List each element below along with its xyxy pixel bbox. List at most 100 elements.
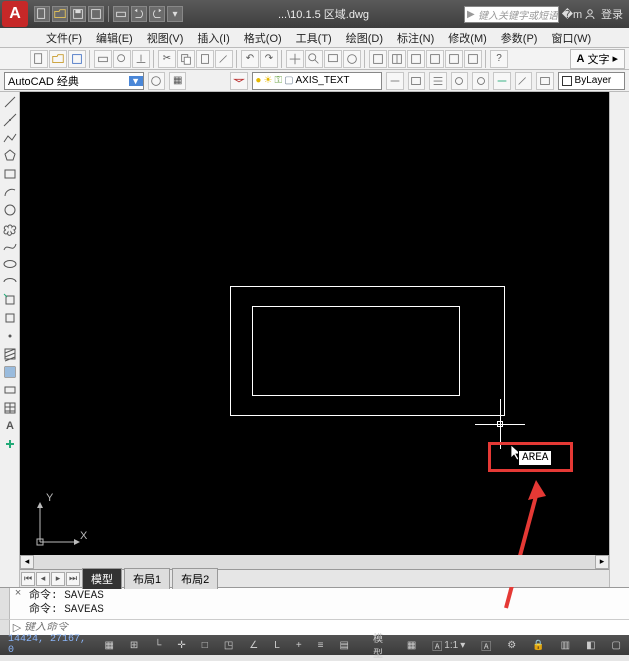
status-otrack-icon[interactable]: ∠: [245, 639, 262, 652]
scroll-left-icon[interactable]: ◂: [20, 555, 34, 569]
tb-undo-icon[interactable]: ↶: [241, 50, 259, 68]
layer-make-current-icon[interactable]: [493, 72, 510, 90]
status-ws-icon[interactable]: ⚙: [503, 639, 520, 652]
dynamic-input[interactable]: AREA: [518, 450, 552, 466]
status-ortho-icon[interactable]: └: [150, 639, 165, 652]
tb-properties-icon[interactable]: [369, 50, 387, 68]
tb-designcenter-icon[interactable]: [388, 50, 406, 68]
tb-cut-icon[interactable]: ✂: [158, 50, 176, 68]
tb-match-icon[interactable]: [215, 50, 233, 68]
tool-spline-icon[interactable]: [1, 237, 19, 255]
workspace-settings-icon[interactable]: [148, 72, 165, 90]
qat-saveas-icon[interactable]: [88, 6, 104, 22]
layer-match-icon[interactable]: [515, 72, 532, 90]
tool-table-icon[interactable]: [1, 399, 19, 417]
user-icon[interactable]: [583, 7, 597, 21]
tb-redo-icon[interactable]: ↷: [260, 50, 278, 68]
menu-edit[interactable]: 编辑(E): [90, 28, 139, 48]
tb-sheetset-icon[interactable]: [426, 50, 444, 68]
layer-properties-icon[interactable]: [230, 72, 248, 90]
menu-insert[interactable]: 插入(I): [191, 28, 235, 48]
tab-model[interactable]: 模型: [82, 568, 122, 589]
menu-format[interactable]: 格式(O): [238, 28, 288, 48]
tb-help-icon[interactable]: ?: [490, 50, 508, 68]
tab-layout2[interactable]: 布局2: [172, 568, 218, 589]
status-cleanscreen-icon[interactable]: ▢: [608, 639, 625, 652]
status-polar-icon[interactable]: ✛: [173, 639, 189, 652]
qat-new-icon[interactable]: [34, 6, 50, 22]
status-annovis-icon[interactable]: 🄰: [477, 637, 495, 654]
scroll-right-icon[interactable]: ▸: [595, 555, 609, 569]
menu-modify[interactable]: 修改(M): [442, 28, 493, 48]
color-combo[interactable]: ByLayer: [558, 72, 626, 90]
workspace-combo[interactable]: AutoCAD 经典 ▼: [4, 72, 144, 90]
tool-point-icon[interactable]: [1, 327, 19, 345]
menu-window[interactable]: 窗口(W): [545, 28, 597, 48]
tool-region-icon[interactable]: [1, 381, 19, 399]
tb-preview-icon[interactable]: [113, 50, 131, 68]
layer-freeze-icon[interactable]: [451, 72, 468, 90]
qat-plot-icon[interactable]: [113, 6, 129, 22]
qat-dropdown-icon[interactable]: ▾: [167, 6, 183, 22]
tool-revcloud-icon[interactable]: [1, 219, 19, 237]
tb-extra-icon[interactable]: ▦: [169, 72, 186, 90]
tb-zoom-prev-icon[interactable]: [343, 50, 361, 68]
tab-first-icon[interactable]: ⏮: [21, 572, 35, 586]
h-scrollbar[interactable]: ◂ ▸: [20, 555, 609, 569]
status-dyn-icon[interactable]: +: [292, 639, 306, 652]
qat-undo-icon[interactable]: [131, 6, 147, 22]
menu-view[interactable]: 视图(V): [141, 28, 190, 48]
status-ducs-icon[interactable]: L: [270, 639, 284, 652]
status-grid-icon[interactable]: ⊞: [126, 639, 142, 652]
tb-new-icon[interactable]: [30, 50, 48, 68]
tab-prev-icon[interactable]: ◂: [36, 572, 50, 586]
tool-ellipse-arc-icon[interactable]: [1, 273, 19, 291]
qat-save-icon[interactable]: [70, 6, 86, 22]
drawing-canvas[interactable]: Y X AREA ◂ ▸ ⏮ ◂ ▸ ⏭: [20, 92, 609, 587]
tab-next-icon[interactable]: ▸: [51, 572, 65, 586]
status-isolate-icon[interactable]: ◧: [582, 639, 599, 652]
tool-make-block-icon[interactable]: [1, 309, 19, 327]
tb-copy-icon[interactable]: [177, 50, 195, 68]
tb-zoom-window-icon[interactable]: [324, 50, 342, 68]
tb-zoom-icon[interactable]: [305, 50, 323, 68]
panel-tab-text[interactable]: A 文字 ▸: [570, 49, 625, 69]
tb-paste-icon[interactable]: [196, 50, 214, 68]
tool-hatch-icon[interactable]: [1, 345, 19, 363]
cmd-close-icon[interactable]: ×: [10, 588, 26, 619]
status-3dosnap-icon[interactable]: ◳: [220, 639, 237, 652]
tool-arc-icon[interactable]: [1, 183, 19, 201]
menu-tools[interactable]: 工具(T): [290, 28, 338, 48]
cmd-handle[interactable]: [0, 588, 10, 619]
tb-publish-icon[interactable]: [132, 50, 150, 68]
tool-circle-icon[interactable]: [1, 201, 19, 219]
status-tpy-icon[interactable]: ▤: [336, 639, 353, 652]
infocenter-icon[interactable]: �m: [565, 7, 579, 21]
qat-open-icon[interactable]: [52, 6, 68, 22]
tab-last-icon[interactable]: ⏭: [66, 572, 80, 586]
tool-line-icon[interactable]: [1, 93, 19, 111]
menu-parametric[interactable]: 参数(P): [495, 28, 544, 48]
tool-insert-block-icon[interactable]: [1, 291, 19, 309]
layer-walk-icon[interactable]: [536, 72, 553, 90]
status-quickview-icon[interactable]: ▦: [403, 639, 420, 652]
menu-dimension[interactable]: 标注(N): [391, 28, 440, 48]
help-search-input[interactable]: ▶ 键入关键字或短语: [464, 6, 559, 23]
layer-prev-icon[interactable]: [386, 72, 403, 90]
tb-plot-icon[interactable]: [94, 50, 112, 68]
status-lock-icon[interactable]: 🔒: [528, 639, 548, 652]
tb-toolpalettes-icon[interactable]: [407, 50, 425, 68]
tool-xline-icon[interactable]: [1, 111, 19, 129]
menu-draw[interactable]: 绘图(D): [340, 28, 389, 48]
menu-file[interactable]: 文件(F): [40, 28, 88, 48]
tb-quickcalc-icon[interactable]: [464, 50, 482, 68]
status-annoscale-icon[interactable]: 🄰 1:1▾: [428, 637, 469, 654]
status-lwt-icon[interactable]: ≡: [314, 639, 328, 652]
layer-off-icon[interactable]: [472, 72, 489, 90]
layer-combo[interactable]: ● ☀ ⚿ ▢ AXIS_TEXT: [252, 72, 382, 90]
status-osnap-icon[interactable]: □: [198, 639, 212, 652]
tb-save-icon[interactable]: [68, 50, 86, 68]
tool-gradient-icon[interactable]: [1, 363, 19, 381]
tool-polygon-icon[interactable]: [1, 147, 19, 165]
layer-state-icon[interactable]: [408, 72, 425, 90]
